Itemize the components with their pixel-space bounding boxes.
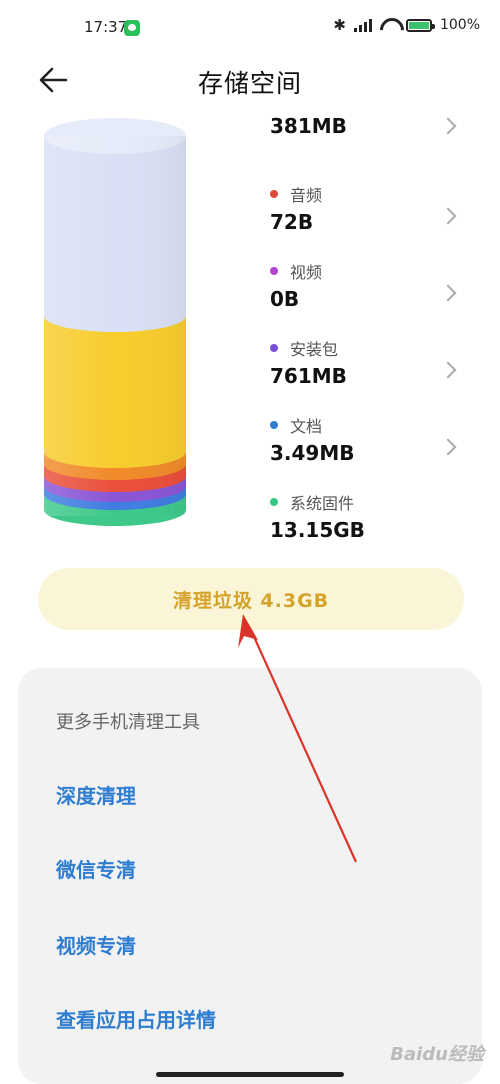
category-label: 视频 bbox=[290, 263, 323, 282]
status-icons: ✱ 100% bbox=[333, 16, 480, 34]
category-item-docs[interactable]: 文档 3.49MB bbox=[270, 413, 470, 490]
tools-title: 更多手机清理工具 bbox=[56, 712, 200, 733]
category-item-firmware: 系统固件 13.15GB bbox=[270, 490, 470, 567]
status-time: 17:37 bbox=[84, 18, 128, 36]
docs-dot-icon bbox=[270, 421, 278, 429]
home-indicator[interactable] bbox=[156, 1072, 344, 1077]
category-label: 音频 bbox=[290, 186, 323, 205]
page-title: 存储空间 bbox=[197, 69, 302, 98]
audio-dot-icon bbox=[270, 190, 278, 198]
category-size: 13.15GB bbox=[270, 518, 365, 542]
apk-dot-icon bbox=[270, 344, 278, 352]
bluetooth-icon: ✱ bbox=[333, 16, 346, 34]
category-item-apk[interactable]: 安装包 761MB bbox=[270, 336, 470, 413]
battery-icon bbox=[405, 18, 435, 32]
category-item-top[interactable]: 381MB bbox=[270, 114, 470, 168]
category-label: 安装包 bbox=[290, 340, 339, 359]
tool-app-usage-details[interactable]: 查看应用占用详情 bbox=[56, 1004, 216, 1033]
video-dot-icon bbox=[270, 267, 278, 275]
storage-cylinder-svg bbox=[44, 118, 186, 526]
category-label: 系统固件 bbox=[290, 494, 355, 513]
cleanup-tools-panel: 更多手机清理工具 深度清理 微信专清 视频专清 查看应用占用详情 bbox=[18, 668, 482, 1084]
battery-percent: 100% bbox=[439, 17, 480, 33]
tool-deep-clean[interactable]: 深度清理 bbox=[56, 780, 136, 809]
category-list: 381MB 音频 72B 视频 0B 安装包 761MB 文档 3.49MB 系… bbox=[270, 100, 470, 567]
wechat-icon bbox=[124, 20, 140, 36]
storage-cylinder bbox=[44, 112, 186, 532]
status-bar: 17:37 ✱ 100% bbox=[0, 0, 500, 56]
watermark-logo: Baidu经验 bbox=[390, 1044, 484, 1065]
category-label: 文档 bbox=[290, 417, 323, 436]
tool-wechat-clean[interactable]: 微信专清 bbox=[56, 854, 136, 883]
tool-video-clean[interactable]: 视频专清 bbox=[56, 930, 136, 959]
clean-junk-button[interactable]: 清理垃圾 4.3GB bbox=[38, 568, 464, 630]
category-item-audio[interactable]: 音频 72B bbox=[270, 182, 470, 259]
category-item-video[interactable]: 视频 0B bbox=[270, 259, 470, 336]
signal-icon bbox=[353, 18, 372, 32]
wifi-icon bbox=[380, 18, 398, 32]
firmware-dot-icon bbox=[270, 498, 278, 506]
